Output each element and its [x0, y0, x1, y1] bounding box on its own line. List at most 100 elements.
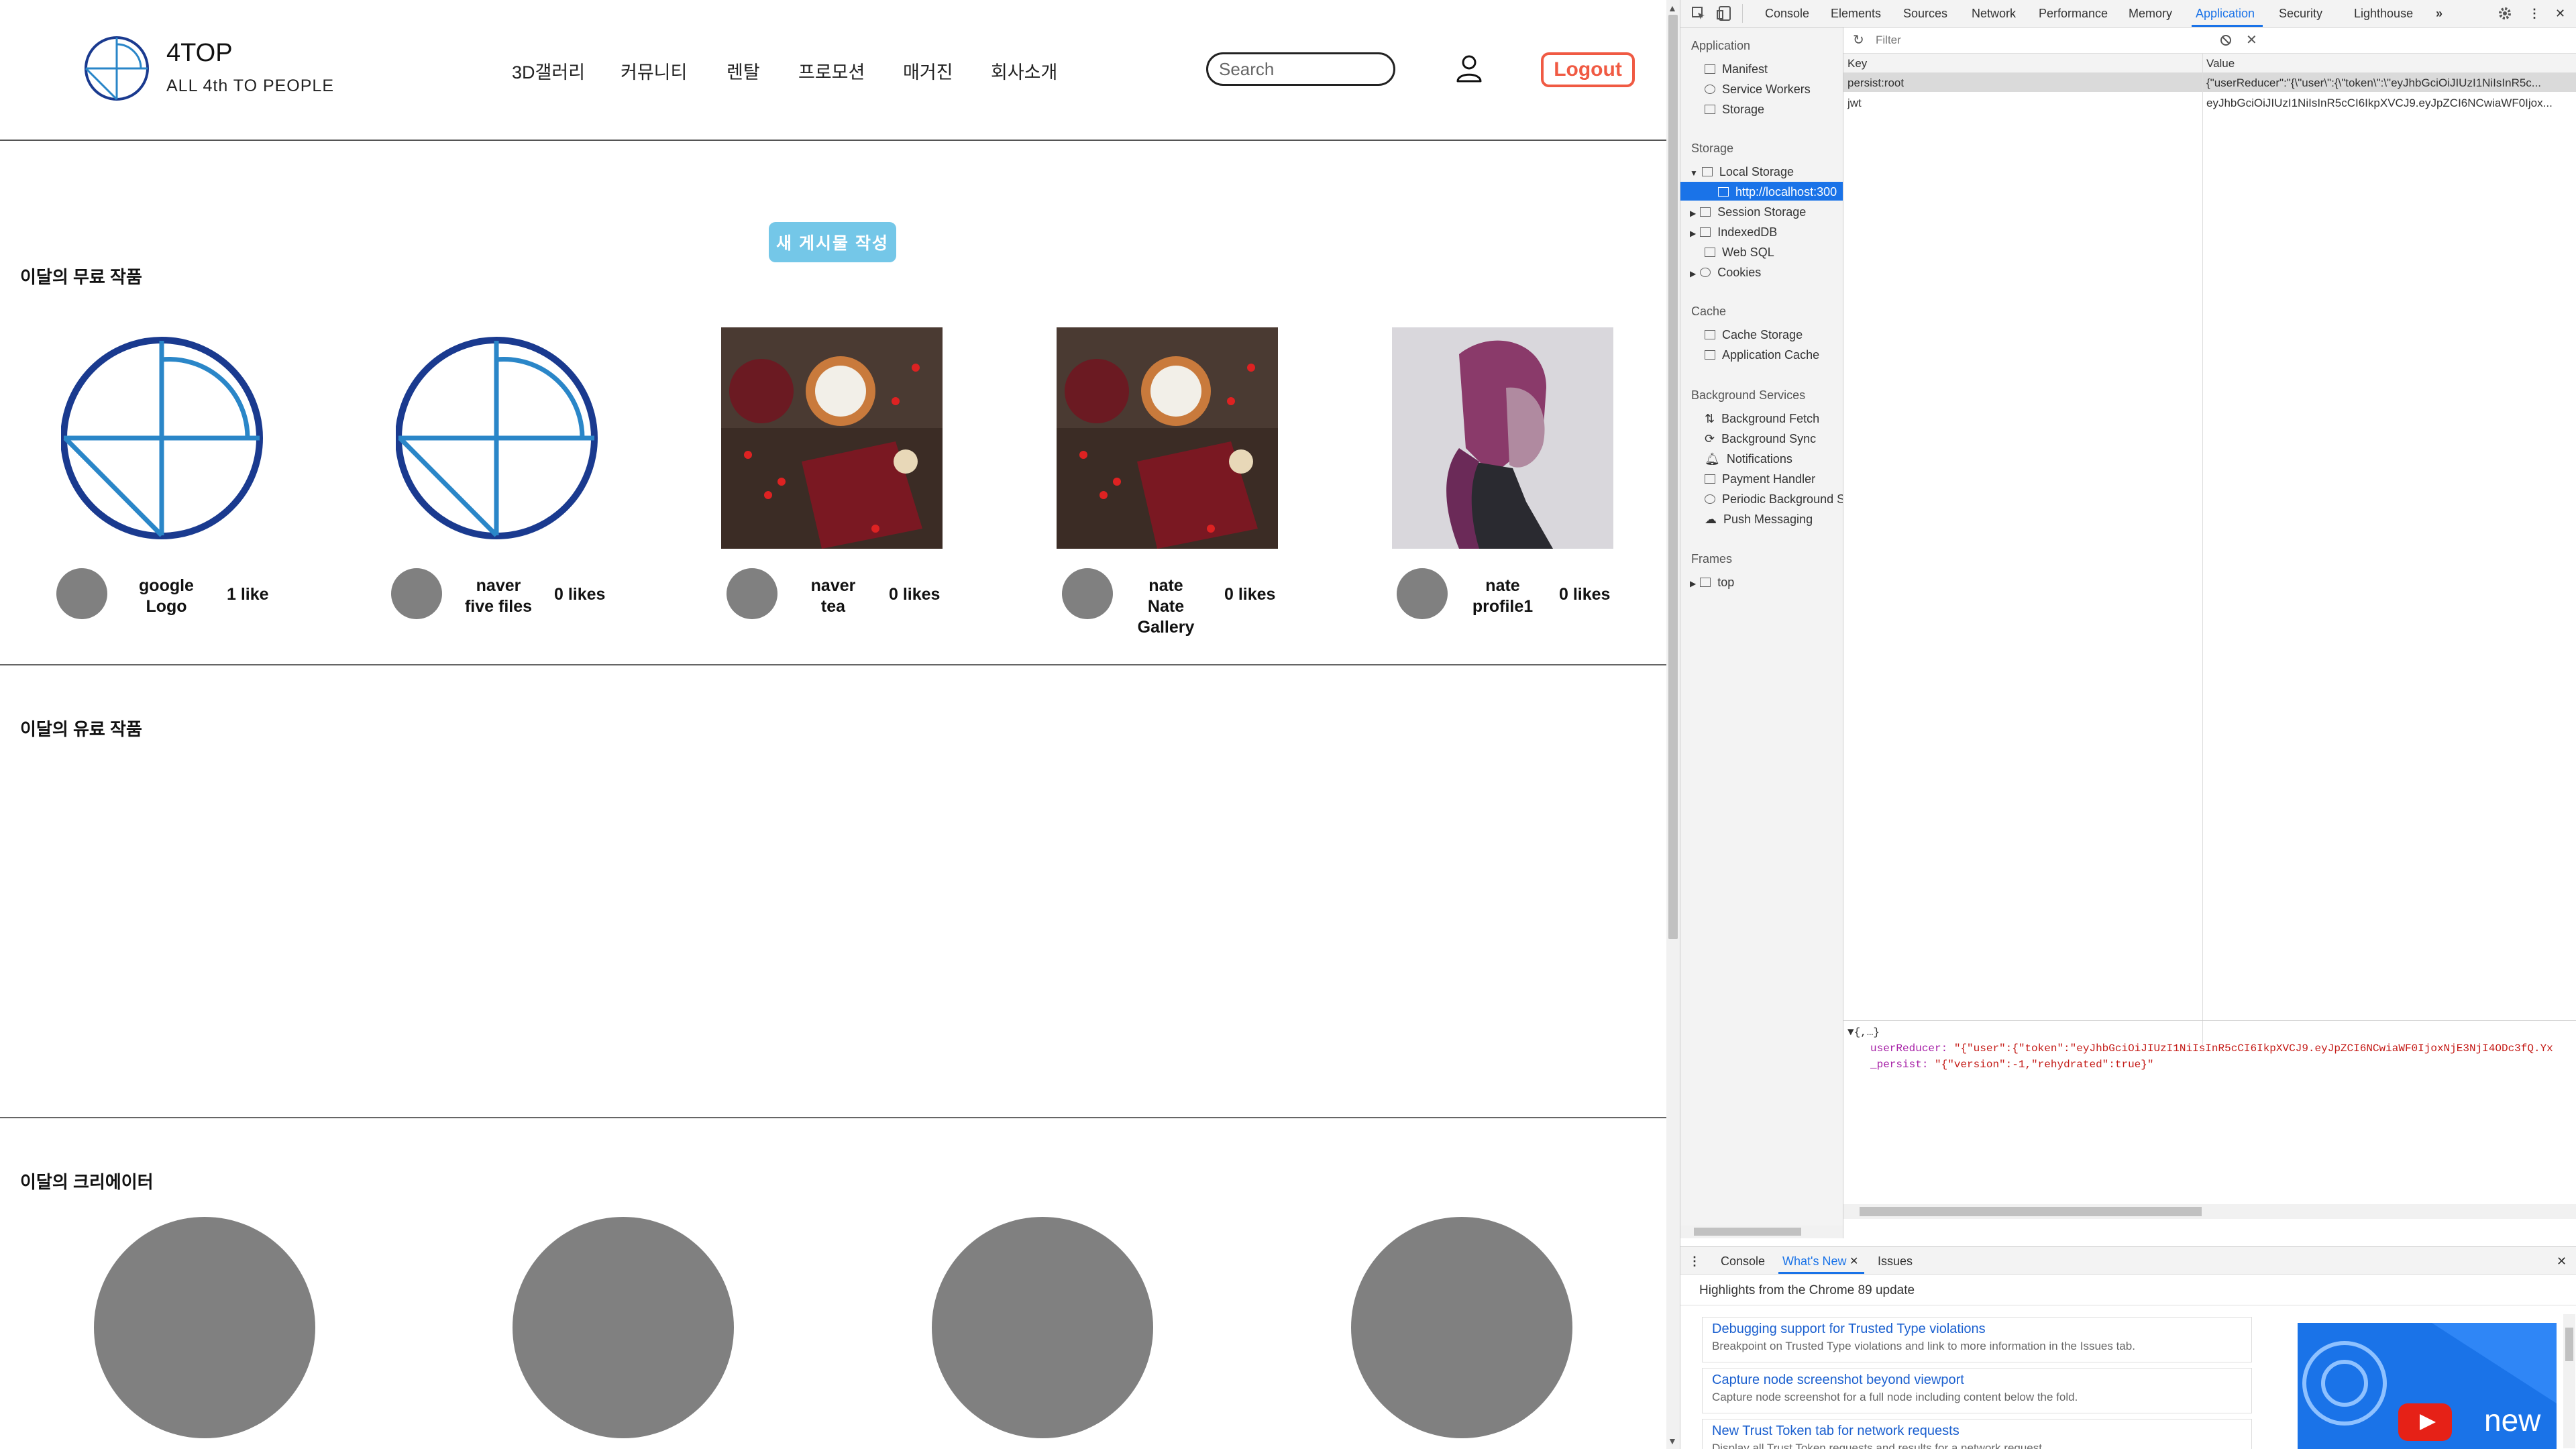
sidebar-hscrollbar[interactable]	[1680, 1226, 1843, 1238]
sidebar-item-application-cache[interactable]: Application Cache	[1705, 348, 1819, 362]
sidebar-item-web-sql[interactable]: Web SQL	[1705, 246, 1774, 260]
news-title-link[interactable]: Debugging support for Trusted Type viola…	[1712, 1322, 2242, 1337]
scroll-up-icon[interactable]: ▲	[1668, 3, 1677, 13]
close-tab-icon[interactable]: ✕	[1849, 1254, 1858, 1268]
sidebar-item-notifications[interactable]: 🔔︎ Notifications	[1705, 452, 1792, 466]
sidebar-item-payment-handler[interactable]: Payment Handler	[1705, 472, 1815, 486]
sidebar-item-cache-storage[interactable]: Cache Storage	[1705, 328, 1803, 342]
news-card[interactable]: Debugging support for Trusted Type viola…	[1702, 1317, 2252, 1362]
column-header-value[interactable]: Value	[2206, 57, 2235, 70]
column-divider	[2202, 54, 2203, 1046]
more-options-icon[interactable]: ⋮	[2528, 7, 2540, 21]
creator-avatar[interactable]	[513, 1217, 734, 1438]
sidebar-item-label: Web SQL	[1722, 246, 1774, 259]
drawer-tab-issues[interactable]: Issues	[1878, 1254, 1913, 1269]
creator-avatar[interactable]	[932, 1217, 1153, 1438]
nav-3d-gallery[interactable]: 3D갤러리	[512, 58, 585, 84]
new-post-button[interactable]: 새 게시물 작성	[769, 222, 896, 262]
delete-selected-icon[interactable]: ✕	[2246, 32, 2257, 48]
nav-magazine[interactable]: 매거진	[903, 58, 953, 84]
news-title-link[interactable]: Capture node screenshot beyond viewport	[1712, 1373, 2242, 1388]
column-header-key[interactable]: Key	[1847, 57, 1867, 70]
card-title[interactable]: nate profile1	[1456, 576, 1550, 617]
tab-performance[interactable]: Performance	[2039, 7, 2108, 21]
whats-new-video-thumbnail[interactable]: new	[2298, 1323, 2557, 1449]
drawer-tab-console[interactable]: Console	[1721, 1254, 1765, 1269]
tab-application[interactable]: Application	[2196, 7, 2255, 21]
author-avatar[interactable]	[1062, 568, 1113, 619]
author-avatar[interactable]	[56, 568, 107, 619]
tab-lighthouse[interactable]: Lighthouse	[2354, 7, 2413, 21]
sidebar-item-storage[interactable]: Storage	[1705, 103, 1764, 117]
clear-all-icon[interactable]	[2219, 34, 2233, 47]
creator-avatar[interactable]	[1351, 1217, 1572, 1438]
nav-promotion[interactable]: 프로모션	[798, 58, 865, 84]
drawer-tab-whats-new[interactable]: What's New	[1782, 1254, 1846, 1269]
storage-view: ↻ ✕ Key Value persist:root {"userReducer…	[1843, 28, 2576, 1238]
card-title[interactable]: nate Nate Gallery	[1119, 576, 1213, 638]
sidebar-item-top-frame[interactable]: ▶ top	[1690, 576, 1734, 590]
sidebar-item-manifest[interactable]: Manifest	[1705, 62, 1768, 76]
sidebar-item-session-storage[interactable]: ▶ Session Storage	[1690, 205, 1806, 219]
sidebar-item-periodic-background-sync[interactable]: Periodic Background S	[1705, 492, 1843, 506]
news-card[interactable]: New Trust Token tab for network requests…	[1702, 1419, 2252, 1449]
drawer-scroll-thumb[interactable]	[2565, 1328, 2573, 1361]
youtube-play-icon[interactable]	[2398, 1403, 2452, 1441]
artwork-coffee-photo[interactable]	[1057, 327, 1278, 549]
table-hscrollbar[interactable]	[1843, 1204, 2576, 1219]
filter-input[interactable]	[1874, 32, 2212, 49]
nav-company[interactable]: 회사소개	[991, 58, 1057, 84]
sidebar-item-service-workers[interactable]: Service Workers	[1705, 83, 1811, 97]
sidebar-item-push-messaging[interactable]: ☁ Push Messaging	[1705, 513, 1813, 527]
sidebar-item-cookies[interactable]: ▶ Cookies	[1690, 266, 1761, 280]
settings-gear-icon[interactable]	[2498, 6, 2512, 21]
artwork-portrait-photo[interactable]	[1392, 327, 1613, 549]
search-input[interactable]	[1206, 52, 1395, 86]
tab-sources[interactable]: Sources	[1903, 7, 1947, 21]
scroll-down-icon[interactable]: ▼	[1668, 1436, 1677, 1446]
sidebar-item-local-storage[interactable]: ▼ Local Storage	[1690, 165, 1794, 179]
card-title[interactable]: naver tea	[786, 576, 880, 617]
artwork-coffee-photo[interactable]	[721, 327, 943, 549]
table-row[interactable]: jwt eyJhbGciOiJIUzI1NiIsInR5cCI6IkpXVCJ9…	[1843, 93, 2576, 112]
news-card[interactable]: Capture node screenshot beyond viewport …	[1702, 1368, 2252, 1413]
tab-console[interactable]: Console	[1765, 7, 1809, 21]
author-avatar[interactable]	[1397, 568, 1448, 619]
tab-elements[interactable]: Elements	[1831, 7, 1881, 21]
card-likes: 1 like	[227, 585, 269, 604]
tab-memory[interactable]: Memory	[2129, 7, 2172, 21]
author-avatar[interactable]	[391, 568, 442, 619]
table-row[interactable]: persist:root {"userReducer":"{\"user\":{…	[1843, 73, 2576, 92]
artwork-logo-image[interactable]	[61, 327, 282, 549]
user-profile-icon[interactable]	[1454, 54, 1484, 83]
creator-avatar[interactable]	[94, 1217, 315, 1438]
more-tabs-icon[interactable]: »	[2436, 7, 2443, 21]
page-scrollbar-thumb[interactable]	[1668, 15, 1678, 939]
sidebar-hscroll-thumb[interactable]	[1694, 1228, 1801, 1236]
sidebar-item-localhost[interactable]: http://localhost:300	[1718, 185, 1837, 199]
close-devtools-icon[interactable]: ✕	[2555, 7, 2565, 21]
sidebar-item-background-fetch[interactable]: ⇅ Background Fetch	[1705, 412, 1819, 426]
refresh-icon[interactable]: ↻	[1853, 32, 1864, 48]
drawer-menu-icon[interactable]: ⋮	[1688, 1254, 1701, 1269]
author-avatar[interactable]	[727, 568, 777, 619]
nav-community[interactable]: 커뮤니티	[621, 58, 687, 84]
close-drawer-icon[interactable]: ✕	[2557, 1254, 2567, 1269]
card-title[interactable]: google Logo	[119, 576, 213, 617]
sidebar-item-indexeddb[interactable]: ▶ IndexedDB	[1690, 225, 1777, 239]
site-title[interactable]: 4TOP	[166, 39, 233, 68]
card-title[interactable]: naver five files	[451, 576, 545, 617]
logout-button[interactable]: Logout	[1541, 52, 1635, 87]
nav-rental[interactable]: 렌탈	[727, 58, 760, 84]
preview-root[interactable]: ▼{,…}	[1847, 1026, 1880, 1038]
tab-security[interactable]: Security	[2279, 7, 2322, 21]
table-hscroll-thumb[interactable]	[1860, 1207, 2202, 1216]
tab-network[interactable]: Network	[1972, 7, 2016, 21]
drawer-scrollbar[interactable]	[2563, 1314, 2575, 1448]
news-title-link[interactable]: New Trust Token tab for network requests	[1712, 1424, 2242, 1439]
inspect-element-icon[interactable]	[1691, 6, 1706, 21]
sidebar-item-background-sync[interactable]: ⟳ Background Sync	[1705, 432, 1816, 446]
artwork-logo-image[interactable]	[396, 327, 617, 549]
site-logo-icon[interactable]	[83, 35, 150, 102]
device-toolbar-icon[interactable]	[1717, 5, 1733, 21]
